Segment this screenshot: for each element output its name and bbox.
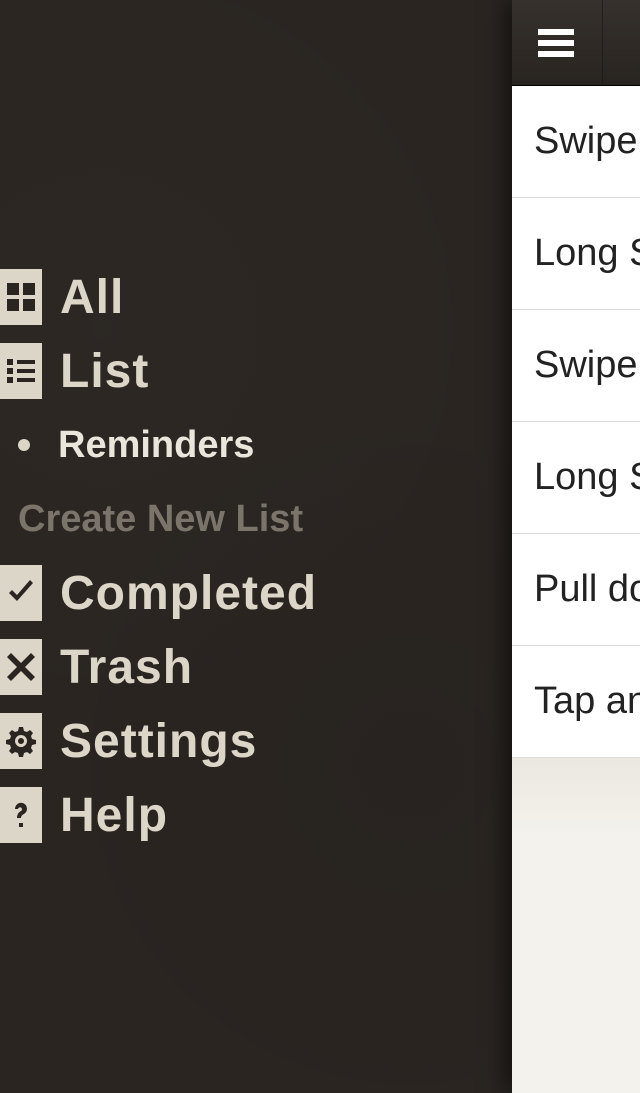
sidebar-subitem-label: Create New List xyxy=(18,498,303,541)
grid-icon xyxy=(0,269,42,325)
task-list[interactable]: Swipe l Long S Swipe l Long S Pull do Ta… xyxy=(512,86,640,758)
sidebar-item-all[interactable]: All xyxy=(0,260,512,334)
list-item-text: Swipe l xyxy=(534,120,640,163)
sidebar-subitem-label: Reminders xyxy=(58,424,254,467)
list-item-text: Tap an xyxy=(534,680,640,723)
list-item[interactable]: Swipe l xyxy=(512,86,640,198)
list-item[interactable]: Long S xyxy=(512,198,640,310)
list-item[interactable]: Long S xyxy=(512,422,640,534)
sidebar-subitem-reminders[interactable]: Reminders xyxy=(0,408,512,482)
sidebar-item-label: Settings xyxy=(60,714,257,769)
list-item[interactable]: Tap an xyxy=(512,646,640,758)
list-item-text: Long S xyxy=(534,456,640,499)
x-icon xyxy=(0,639,42,695)
sidebar-item-list[interactable]: List xyxy=(0,334,512,408)
sidebar-item-trash[interactable]: Trash xyxy=(0,630,512,704)
sidebar-item-help[interactable]: Help xyxy=(0,778,512,852)
hamburger-button[interactable] xyxy=(532,19,580,67)
bullet-icon xyxy=(18,439,30,451)
sidebar-item-completed[interactable]: Completed xyxy=(0,556,512,630)
list-item[interactable]: Swipe l xyxy=(512,310,640,422)
sidebar-item-label: Help xyxy=(60,788,168,843)
sidebar-item-settings[interactable]: Settings xyxy=(0,704,512,778)
list-item[interactable]: Pull do xyxy=(512,534,640,646)
question-icon xyxy=(0,787,42,843)
sidebar-menu: All List Reminders Create New List Compl… xyxy=(0,0,512,1093)
gear-icon xyxy=(0,713,42,769)
sidebar-item-label: All xyxy=(60,270,124,325)
sidebar-item-label: Completed xyxy=(60,566,317,621)
list-item-text: Pull do xyxy=(534,568,640,611)
sidebar-subitem-create-list[interactable]: Create New List xyxy=(0,482,512,556)
list-item-text: Swipe l xyxy=(534,344,640,387)
empty-area xyxy=(512,758,640,1093)
main-panel: Swipe l Long S Swipe l Long S Pull do Ta… xyxy=(512,0,640,1093)
sidebar-item-label: List xyxy=(60,344,149,399)
hamburger-icon xyxy=(538,29,574,57)
check-icon xyxy=(0,565,42,621)
list-icon xyxy=(0,343,42,399)
sidebar-item-label: Trash xyxy=(60,640,193,695)
main-header xyxy=(512,0,640,86)
list-item-text: Long S xyxy=(534,232,640,275)
header-divider xyxy=(602,0,603,86)
